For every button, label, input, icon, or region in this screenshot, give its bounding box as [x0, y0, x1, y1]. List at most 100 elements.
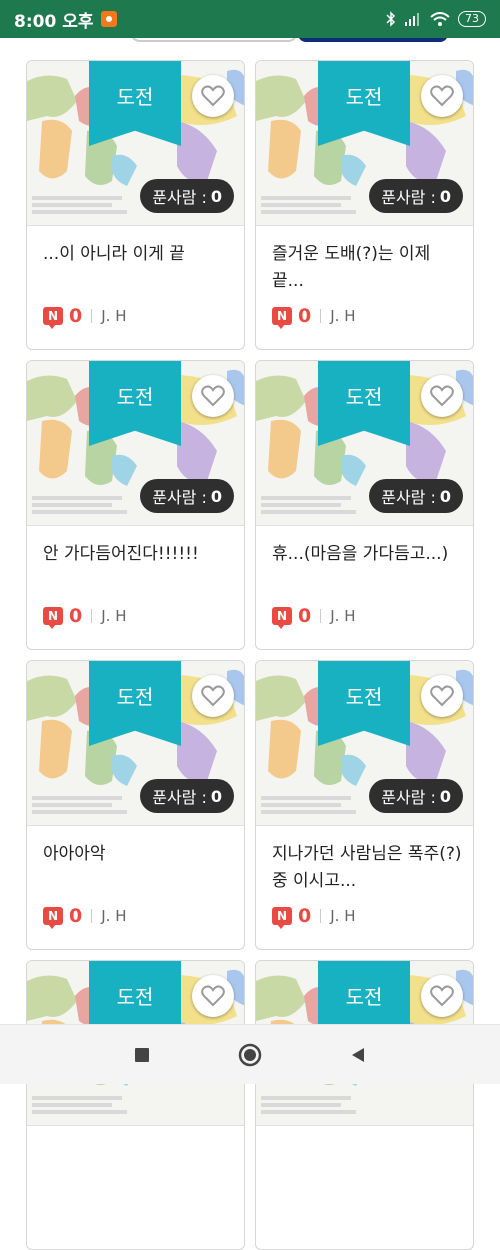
status-time: 8:00 오후 — [14, 11, 94, 32]
solved-count-badge: 푼사람 :0 — [140, 179, 234, 213]
solved-count-badge: 푼사람 :0 — [369, 779, 463, 813]
new-badge: N — [43, 307, 63, 329]
problem-card[interactable]: 도전 푼사람 :0 즐거운 도배(?)는 이제 끝... N 0 J. H — [255, 60, 474, 350]
author-name: J. H — [330, 607, 356, 625]
battery-indicator: 73 — [458, 11, 486, 27]
favorite-button[interactable] — [192, 375, 234, 417]
new-badge: N — [272, 607, 292, 629]
solved-count-label: 푼사람 : — [381, 488, 436, 507]
card-meta: N 0 J. H — [43, 305, 127, 329]
heart-outline-icon — [430, 385, 454, 407]
problem-card[interactable]: 도전 푼사람 :0 지나가던 사람님은 폭주(?)중 이시고... N 0 J. H — [255, 660, 474, 950]
view-count: 0 — [69, 905, 83, 927]
problem-card[interactable]: 도전 푼사람 :0 휴...(마음을 가다듬고...) N 0 J. H — [255, 360, 474, 650]
card-title: 즐거운 도배(?)는 이제 끝... — [272, 244, 431, 291]
wifi-icon — [430, 12, 450, 26]
author-name: J. H — [101, 307, 127, 325]
card-thumbnail: 도전 푼사람 :0 — [256, 61, 473, 226]
circle-icon — [238, 1043, 262, 1066]
new-badge: N — [43, 907, 63, 929]
solved-count-label: 푼사람 : — [152, 488, 207, 507]
favorite-button[interactable] — [421, 75, 463, 117]
favorite-button[interactable] — [421, 975, 463, 1017]
favorite-button[interactable] — [192, 975, 234, 1017]
problem-card[interactable]: 도전 — [255, 960, 474, 1250]
header-remnant — [0, 32, 500, 46]
card-meta: N 0 J. H — [272, 905, 356, 929]
home-button[interactable] — [236, 1041, 264, 1069]
card-meta: N 0 J. H — [43, 605, 127, 629]
author-name: J. H — [330, 907, 356, 925]
heart-outline-icon — [430, 85, 454, 107]
author-name: J. H — [101, 607, 127, 625]
view-count: 0 — [298, 905, 312, 927]
app-notification-icon — [101, 11, 118, 27]
status-indicators: 73 — [386, 11, 486, 27]
solved-count-label: 푼사람 : — [381, 788, 436, 807]
card-title: 아아아악 — [43, 844, 106, 864]
recents-button[interactable] — [128, 1041, 156, 1069]
signal-icon — [405, 13, 419, 26]
solved-count-value: 0 — [210, 786, 222, 806]
problem-card[interactable]: 도전 푼사람 :0안 가다듬어진다!!!!!! N 0 J. H — [26, 360, 245, 650]
meta-divider — [320, 909, 322, 923]
author-name: J. H — [101, 907, 127, 925]
card-thumbnail: 도전 푼사람 :0 — [256, 661, 473, 826]
back-button[interactable] — [344, 1041, 372, 1069]
favorite-button[interactable] — [192, 75, 234, 117]
view-count: 0 — [298, 605, 312, 627]
solved-count-badge: 푼사람 :0 — [140, 779, 234, 813]
meta-divider — [91, 609, 93, 623]
card-title: 지나가던 사람님은 폭주(?)중 이시고... — [272, 844, 462, 891]
new-badge: N — [272, 307, 292, 329]
view-count: 0 — [69, 305, 83, 327]
solved-count-label: 푼사람 : — [152, 188, 207, 207]
heart-outline-icon — [201, 85, 225, 107]
card-title: 안 가다듬어진다!!!!!! — [43, 544, 199, 564]
solved-count-value: 0 — [439, 186, 451, 206]
solved-count-label: 푼사람 : — [152, 788, 207, 807]
card-thumbnail: 도전 푼사람 :0 — [256, 361, 473, 526]
solved-count-badge: 푼사람 :0 — [369, 179, 463, 213]
solved-count-value: 0 — [210, 186, 222, 206]
square-icon — [135, 1047, 149, 1062]
favorite-button[interactable] — [421, 675, 463, 717]
card-thumbnail: 도전 푼사람 :0 — [27, 661, 244, 826]
solved-count-value: 0 — [210, 486, 222, 506]
bluetooth-icon — [386, 11, 396, 27]
heart-outline-icon — [201, 685, 225, 707]
problem-card[interactable]: 도전 푼사람 :0 ...이 아니라 이게 끝 N 0 J. H — [26, 60, 245, 350]
meta-divider — [91, 309, 93, 323]
favorite-button[interactable] — [421, 375, 463, 417]
card-thumbnail: 도전 푼사람 :0 — [27, 361, 244, 526]
problem-card[interactable]: 도전 푼사람 :0 아아아악 N 0 J. H — [26, 660, 245, 950]
card-thumbnail: 도전 푼사람 :0 — [27, 61, 244, 226]
meta-divider — [320, 309, 322, 323]
heart-outline-icon — [201, 985, 225, 1007]
solved-count-label: 푼사람 : — [381, 188, 436, 207]
card-title: 휴...(마음을 가다듬고...) — [272, 544, 449, 564]
solved-count-value: 0 — [439, 486, 451, 506]
heart-outline-icon — [430, 985, 454, 1007]
new-badge: N — [272, 907, 292, 929]
solved-count-value: 0 — [439, 786, 451, 806]
heart-outline-icon — [201, 385, 225, 407]
author-name: J. H — [330, 307, 356, 325]
card-meta: N 0 J. H — [43, 905, 127, 929]
view-count: 0 — [69, 605, 83, 627]
card-meta: N 0 J. H — [272, 605, 356, 629]
card-meta: N 0 J. H — [272, 305, 356, 329]
favorite-button[interactable] — [192, 675, 234, 717]
meta-divider — [91, 909, 93, 923]
solved-count-badge: 푼사람 :0 — [140, 479, 234, 513]
view-count: 0 — [298, 305, 312, 327]
problem-card[interactable]: 도전 — [26, 960, 245, 1250]
new-badge: N — [43, 607, 63, 629]
meta-divider — [320, 609, 322, 623]
status-bar: 8:00 오후 73 — [0, 0, 500, 38]
triangle-back-icon — [352, 1047, 364, 1062]
card-title: ...이 아니라 이게 끝 — [43, 244, 185, 264]
solved-count-badge: 푼사람 :0 — [369, 479, 463, 513]
heart-outline-icon — [430, 685, 454, 707]
system-nav-bar — [0, 1024, 500, 1084]
